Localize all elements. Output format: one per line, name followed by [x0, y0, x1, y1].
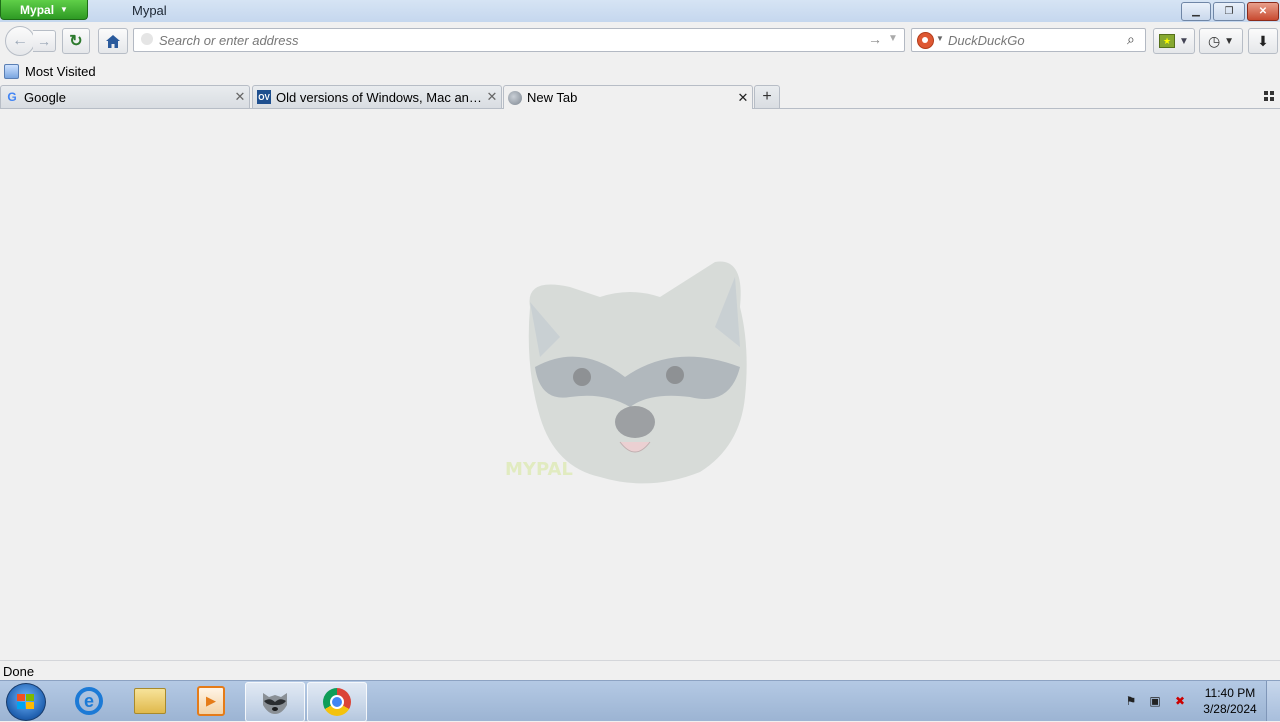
url-input[interactable] — [159, 31, 849, 49]
history-button[interactable]: ◷ ▼ — [1199, 28, 1243, 54]
volume-muted-icon[interactable]: ✖ — [1172, 693, 1188, 709]
show-desktop-button[interactable] — [1266, 681, 1280, 721]
chevron-down-icon[interactable]: ▼ — [936, 34, 944, 43]
tab-label: New Tab — [527, 90, 578, 105]
window-title: Mypal — [132, 3, 167, 18]
close-window-button[interactable]: ✕ — [1247, 2, 1279, 21]
forward-button[interactable]: → — [33, 30, 56, 52]
taskbar-chrome[interactable] — [307, 682, 367, 722]
title-bar: Mypal ▼ Mypal ▁ ❐ ✕ — [0, 0, 1280, 22]
bookmark-star-icon: ★ — [1159, 34, 1176, 48]
status-text: Done — [3, 664, 35, 679]
reload-button[interactable]: ↻ — [62, 28, 90, 54]
forward-arrow-icon: → — [37, 33, 51, 49]
bookmarks-menu-button[interactable]: ★ ▼ — [1153, 28, 1195, 54]
duckduckgo-icon[interactable] — [917, 32, 934, 49]
search-input[interactable] — [948, 31, 1118, 49]
close-tab-icon[interactable]: ✕ — [231, 89, 249, 105]
media-player-icon: ▶ — [197, 686, 225, 716]
app-menu-label: Mypal — [20, 2, 55, 17]
taskbar-mypal[interactable] — [245, 682, 305, 722]
tab-label: Google — [24, 89, 66, 105]
home-icon — [106, 34, 120, 48]
app-menu-button[interactable]: Mypal ▼ — [0, 0, 88, 20]
search-icon[interactable]: ⌕ — [1127, 31, 1135, 48]
close-tab-icon[interactable]: ✕ — [734, 90, 752, 106]
restore-button[interactable]: ❐ — [1213, 2, 1245, 21]
most-visited-label: Most Visited — [25, 64, 96, 79]
oldversion-site-icon: OV — [257, 90, 271, 104]
start-button[interactable] — [6, 683, 46, 721]
action-center-flag-icon[interactable]: ⚑ — [1123, 693, 1139, 709]
url-history-dropdown-icon[interactable]: ▼ — [888, 33, 898, 44]
mypal-raccoon-logo: MYPAL — [505, 261, 747, 484]
file-explorer-icon — [134, 688, 166, 714]
back-button[interactable]: ← — [5, 26, 35, 56]
clock-date: 3/28/2024 — [1203, 702, 1257, 716]
back-arrow-icon: ← — [12, 32, 28, 49]
reload-icon: ↻ — [69, 33, 83, 50]
chrome-icon — [323, 688, 351, 716]
new-tab-button[interactable]: + — [754, 85, 780, 108]
google-icon: G — [7, 90, 17, 104]
network-icon[interactable]: ▣ — [1147, 693, 1163, 709]
bookmarks-toolbar: Most Visited — [0, 60, 1280, 84]
downloads-button[interactable]: ⬇ — [1248, 28, 1278, 54]
tab-new-tab[interactable]: New Tab ✕ — [503, 85, 753, 109]
globe-icon — [508, 90, 522, 105]
close-tab-icon[interactable]: ✕ — [483, 89, 501, 105]
home-button[interactable] — [98, 28, 128, 54]
tab-label: Old versions of Windows, Mac and Li... — [276, 89, 483, 105]
tab-old-versions[interactable]: OV Old versions of Windows, Mac and Li..… — [252, 85, 502, 108]
go-arrow-icon[interactable]: → — [868, 31, 882, 47]
taskbar-media-player[interactable]: ▶ — [182, 682, 240, 720]
chevron-down-icon: ▼ — [60, 5, 68, 14]
minimize-button[interactable]: ▁ — [1181, 2, 1211, 21]
tab-groups-icon[interactable] — [1264, 91, 1274, 101]
address-bar[interactable]: → ▼ — [133, 28, 905, 52]
taskbar-clock[interactable]: 11:40 PM 3/28/2024 — [1196, 685, 1264, 717]
clock-time: 11:40 PM — [1204, 686, 1256, 700]
most-visited-bookmark[interactable]: Most Visited — [4, 64, 96, 79]
plus-icon: + — [762, 88, 772, 105]
tab-google[interactable]: G Google ✕ — [0, 85, 250, 108]
mypal-icon — [263, 693, 287, 714]
site-identity-icon[interactable] — [141, 33, 153, 45]
taskbar-file-explorer[interactable] — [121, 682, 179, 720]
navigation-toolbar: ← → ↻ → ▼ ▼ ⌕ ★ ▼ ◷ ▼ ⬇ — [0, 22, 1280, 60]
taskbar: e ▶ ⚑ ▣ ✖ 11:40 PM 3/28/2024 — [0, 680, 1280, 722]
chevron-down-icon: ▼ — [1179, 35, 1189, 47]
clock-icon: ◷ — [1207, 32, 1221, 49]
taskbar-internet-explorer[interactable]: e — [60, 682, 118, 720]
page-content: MYPAL — [0, 109, 1280, 660]
status-bar: Done — [0, 660, 1280, 681]
internet-explorer-icon: e — [75, 687, 103, 715]
mypal-logo-text: MYPAL — [505, 459, 573, 480]
download-arrow-icon: ⬇ — [1257, 32, 1269, 49]
search-bar[interactable]: ▼ ⌕ — [911, 28, 1146, 52]
bookmarks-folder-icon — [4, 64, 19, 79]
chevron-down-icon: ▼ — [1224, 35, 1235, 47]
tab-strip: G Google ✕ OV Old versions of Windows, M… — [0, 84, 1280, 194]
